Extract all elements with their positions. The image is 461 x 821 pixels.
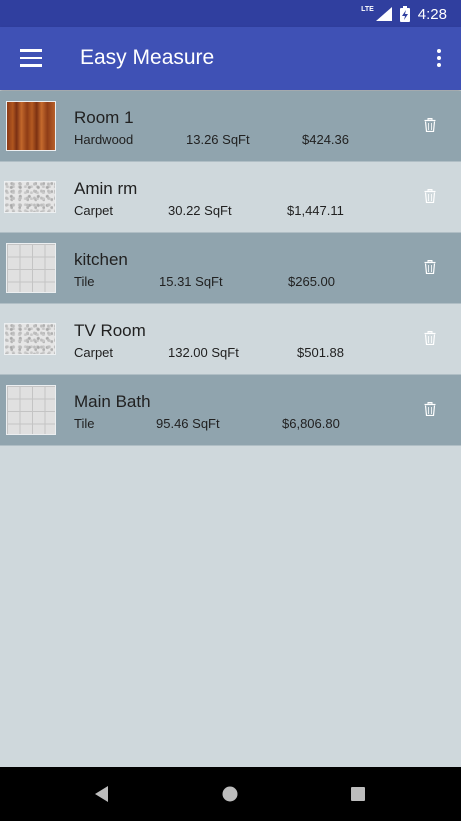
back-triangle-icon[interactable] bbox=[94, 785, 110, 803]
status-bar: LTE 4:28 bbox=[0, 0, 461, 27]
room-price: $1,447.11 bbox=[287, 203, 344, 218]
room-sqft: 15.31 SqFt bbox=[159, 274, 223, 289]
battery-charging-icon bbox=[399, 6, 410, 22]
trash-icon[interactable] bbox=[424, 189, 436, 204]
system-nav-bar bbox=[0, 767, 461, 821]
room-price: $265.00 bbox=[288, 274, 335, 289]
trash-icon[interactable] bbox=[424, 331, 436, 346]
trash-icon[interactable] bbox=[424, 118, 436, 133]
floor-type: Carpet bbox=[74, 345, 114, 360]
tile-texture-thumbnail bbox=[6, 243, 56, 293]
room-price: $6,806.80 bbox=[282, 416, 340, 431]
room-price: $501.88 bbox=[297, 345, 344, 360]
status-icons: LTE 4:28 bbox=[361, 4, 447, 24]
room-name: kitchen bbox=[74, 250, 128, 269]
room-row[interactable]: Main Bath Tile 95.46 SqFt $6,806.80 bbox=[0, 375, 461, 446]
room-price: $424.36 bbox=[302, 132, 349, 147]
room-sqft: 132.00 SqFt bbox=[168, 345, 239, 360]
carpet-texture-thumbnail bbox=[4, 323, 56, 355]
trash-icon[interactable] bbox=[424, 402, 436, 417]
room-sqft: 95.46 SqFt bbox=[156, 416, 220, 431]
room-row[interactable]: kitchen Tile 15.31 SqFt $265.00 bbox=[0, 233, 461, 304]
hamburger-menu-icon[interactable] bbox=[20, 49, 42, 67]
home-circle-icon[interactable] bbox=[222, 785, 238, 803]
room-sqft: 13.26 SqFt bbox=[186, 132, 250, 147]
carpet-texture-thumbnail bbox=[4, 181, 56, 213]
recents-square-icon[interactable] bbox=[350, 785, 366, 803]
floor-type: Hardwood bbox=[74, 132, 134, 147]
room-sqft: 30.22 SqFt bbox=[168, 203, 232, 218]
room-row[interactable]: Room 1 Hardwood 13.26 SqFt $424.36 bbox=[0, 91, 461, 162]
room-list: Room 1 Hardwood 13.26 SqFt $424.36 Amin … bbox=[0, 91, 461, 446]
room-row[interactable]: TV Room Carpet 132.00 SqFt $501.88 bbox=[0, 304, 461, 375]
signal-icon bbox=[375, 7, 392, 21]
floor-type: Tile bbox=[74, 274, 95, 289]
room-row[interactable]: Amin rm Carpet 30.22 SqFt $1,447.11 bbox=[0, 162, 461, 233]
app-bar: Easy Measure bbox=[0, 27, 461, 90]
room-name: Room 1 bbox=[74, 108, 134, 127]
hardwood-texture-thumbnail bbox=[6, 101, 56, 151]
trash-icon[interactable] bbox=[424, 260, 436, 275]
room-name: Amin rm bbox=[74, 179, 138, 198]
floor-type: Carpet bbox=[74, 203, 114, 218]
lte-label: LTE bbox=[361, 5, 374, 13]
room-name: Main Bath bbox=[74, 392, 151, 411]
status-time: 4:28 bbox=[417, 5, 447, 23]
app-title: Easy Measure bbox=[80, 46, 215, 69]
tile-texture-thumbnail bbox=[6, 385, 56, 435]
more-vert-icon[interactable] bbox=[435, 49, 443, 69]
room-name: TV Room bbox=[74, 321, 146, 340]
floor-type: Tile bbox=[74, 416, 95, 431]
